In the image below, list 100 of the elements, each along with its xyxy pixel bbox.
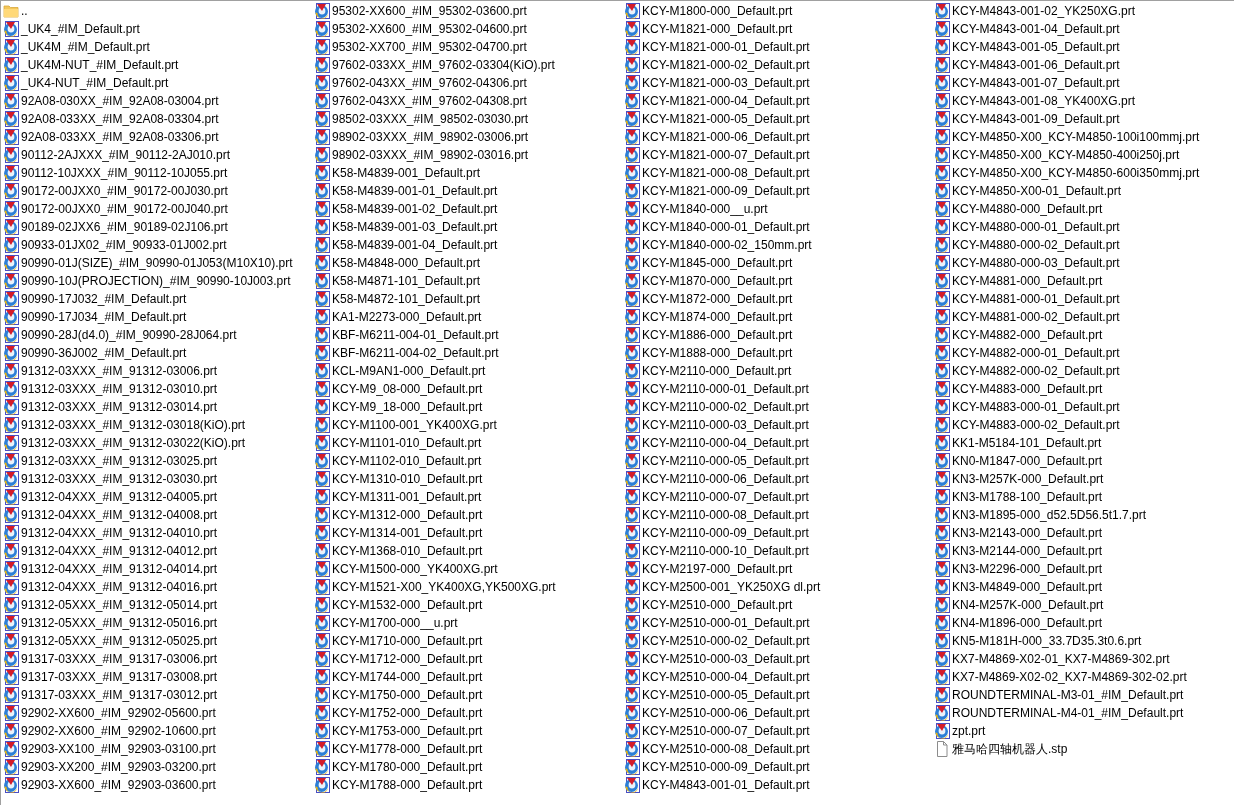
file-item[interactable]: KX7-M4869-X02-01_KX7-M4869-302.prt	[932, 650, 1234, 668]
file-item[interactable]: KCY-M1102-010_Default.prt	[312, 452, 622, 470]
file-item[interactable]: KCY-M1874-000_Default.prt	[622, 308, 932, 326]
file-item[interactable]: KCY-M1700-000__u.prt	[312, 614, 622, 632]
file-item[interactable]: KN3-M1788-100_Default.prt	[932, 488, 1234, 506]
file-item[interactable]: KCY-M4882-000-02_Default.prt	[932, 362, 1234, 380]
file-item[interactable]: KCY-M9_18-000_Default.prt	[312, 398, 622, 416]
file-item[interactable]: KCY-M2510-000-03_Default.prt	[622, 650, 932, 668]
file-item[interactable]: KN4-M257K-000_Default.prt	[932, 596, 1234, 614]
file-item[interactable]: KCY-M1870-000_Default.prt	[622, 272, 932, 290]
file-item[interactable]: KCY-M1314-001_Default.prt	[312, 524, 622, 542]
file-item[interactable]: 90189-02JXX6_#IM_90189-02J106.prt	[1, 218, 312, 236]
file-item[interactable]: KCY-M1710-000_Default.prt	[312, 632, 622, 650]
file-item[interactable]: KCY-M1821-000-09_Default.prt	[622, 182, 932, 200]
file-item[interactable]: K58-M4848-000_Default.prt	[312, 254, 622, 272]
file-item[interactable]: KCY-M4843-001-02_YK250XG.prt	[932, 2, 1234, 20]
file-item[interactable]: KCY-M4880-000-03_Default.prt	[932, 254, 1234, 272]
file-item[interactable]: 95302-XX600_#IM_95302-03600.prt	[312, 2, 622, 20]
file-item[interactable]: KCY-M1753-000_Default.prt	[312, 722, 622, 740]
file-item[interactable]: KBF-M6211-004-02_Default.prt	[312, 344, 622, 362]
file-item[interactable]: KCY-M4843-001-09_Default.prt	[932, 110, 1234, 128]
file-item[interactable]: 91317-03XXX_#IM_91317-03008.prt	[1, 668, 312, 686]
file-item[interactable]: KCY-M1800-000_Default.prt	[622, 2, 932, 20]
file-item[interactable]: KCY-M2510-000-02_Default.prt	[622, 632, 932, 650]
file-item[interactable]: KCY-M1888-000_Default.prt	[622, 344, 932, 362]
file-item[interactable]: KCY-M2110-000-03_Default.prt	[622, 416, 932, 434]
file-item[interactable]: KCY-M4883-000-01_Default.prt	[932, 398, 1234, 416]
file-item[interactable]: 91312-03XXX_#IM_91312-03014.prt	[1, 398, 312, 416]
file-item[interactable]: KCY-M1750-000_Default.prt	[312, 686, 622, 704]
file-item[interactable]: KCY-M1872-000_Default.prt	[622, 290, 932, 308]
file-item[interactable]: KBF-M6211-004-01_Default.prt	[312, 326, 622, 344]
file-item[interactable]: 91317-03XXX_#IM_91317-03006.prt	[1, 650, 312, 668]
file-item[interactable]: ..	[1, 2, 312, 20]
file-item[interactable]: K58-M4839-001-01_Default.prt	[312, 182, 622, 200]
file-item[interactable]: K58-M4872-101_Default.prt	[312, 290, 622, 308]
file-item[interactable]: KCY-M1780-000_Default.prt	[312, 758, 622, 776]
file-item[interactable]: KCY-M2110-000-07_Default.prt	[622, 488, 932, 506]
file-item[interactable]: KCY-M1821-000-05_Default.prt	[622, 110, 932, 128]
file-item[interactable]: KCY-M1821-000_Default.prt	[622, 20, 932, 38]
file-item[interactable]: KCY-M2500-001_YK250XG dl.prt	[622, 578, 932, 596]
file-item[interactable]: KCY-M1521-X00_YK400XG,YK500XG.prt	[312, 578, 622, 596]
file-item[interactable]: KN3-M2143-000_Default.prt	[932, 524, 1234, 542]
file-item[interactable]: KCY-M4850-X00_KCY-M4850-400i250j.prt	[932, 146, 1234, 164]
file-item[interactable]: 92A08-033XX_#IM_92A08-03306.prt	[1, 128, 312, 146]
file-item[interactable]: K58-M4839-001_Default.prt	[312, 164, 622, 182]
file-item[interactable]: 95302-XX600_#IM_95302-04600.prt	[312, 20, 622, 38]
file-item[interactable]: KCY-M1312-000_Default.prt	[312, 506, 622, 524]
file-item[interactable]: KCY-M1840-000-01_Default.prt	[622, 218, 932, 236]
file-item[interactable]: KCY-M2510-000-06_Default.prt	[622, 704, 932, 722]
file-item[interactable]: KCY-M4843-001-04_Default.prt	[932, 20, 1234, 38]
file-item[interactable]: K58-M4839-001-02_Default.prt	[312, 200, 622, 218]
file-item[interactable]: KCY-M2510-000-07_Default.prt	[622, 722, 932, 740]
file-item[interactable]: KCY-M1821-000-08_Default.prt	[622, 164, 932, 182]
file-item[interactable]: 95302-XX700_#IM_95302-04700.prt	[312, 38, 622, 56]
file-item[interactable]: 91312-05XXX_#IM_91312-05016.prt	[1, 614, 312, 632]
file-item[interactable]: KCY-M4882-000_Default.prt	[932, 326, 1234, 344]
file-item[interactable]: 97602-033XX_#IM_97602-03304(KiO).prt	[312, 56, 622, 74]
file-item[interactable]: KA1-M2273-000_Default.prt	[312, 308, 622, 326]
file-item[interactable]: 91312-05XXX_#IM_91312-05014.prt	[1, 596, 312, 614]
file-item[interactable]: KCY-M1788-000_Default.prt	[312, 776, 622, 794]
file-item[interactable]: 91312-03XXX_#IM_91312-03018(KiO).prt	[1, 416, 312, 434]
file-item[interactable]: KCY-M2510-000-01_Default.prt	[622, 614, 932, 632]
file-item[interactable]: KCY-M2510-000-05_Default.prt	[622, 686, 932, 704]
file-item[interactable]: _UK4-NUT_#IM_Default.prt	[1, 74, 312, 92]
file-item[interactable]: KCY-M2110-000_Default.prt	[622, 362, 932, 380]
file-item[interactable]: KCY-M1368-010_Default.prt	[312, 542, 622, 560]
file-item[interactable]: KCY-M2510-000_Default.prt	[622, 596, 932, 614]
file-item[interactable]: 92A08-030XX_#IM_92A08-03004.prt	[1, 92, 312, 110]
file-item[interactable]: KCY-M4850-X00_KCY-M4850-600i350mmj.prt	[932, 164, 1234, 182]
file-item[interactable]: KCY-M1712-000_Default.prt	[312, 650, 622, 668]
file-item[interactable]: KCY-M4883-000_Default.prt	[932, 380, 1234, 398]
file-item[interactable]: KCY-M4882-000-01_Default.prt	[932, 344, 1234, 362]
file-item[interactable]: KCY-M2110-000-10_Default.prt	[622, 542, 932, 560]
file-item[interactable]: KN3-M2296-000_Default.prt	[932, 560, 1234, 578]
file-item[interactable]: 91312-04XXX_#IM_91312-04005.prt	[1, 488, 312, 506]
file-item[interactable]: KN0-M1847-000_Default.prt	[932, 452, 1234, 470]
file-item[interactable]: KCY-M4843-001-05_Default.prt	[932, 38, 1234, 56]
file-item[interactable]: KCY-M1744-000_Default.prt	[312, 668, 622, 686]
file-item[interactable]: K58-M4839-001-04_Default.prt	[312, 236, 622, 254]
file-item[interactable]: KCY-M4880-000-02_Default.prt	[932, 236, 1234, 254]
file-item[interactable]: 98902-03XXX_#IM_98902-03006.prt	[312, 128, 622, 146]
file-item[interactable]: KCY-M2110-000-01_Default.prt	[622, 380, 932, 398]
file-item[interactable]: ROUNDTERMINAL-M4-01_#IM_Default.prt	[932, 704, 1234, 722]
file-item[interactable]: 92903-XX200_#IM_92903-03200.prt	[1, 758, 312, 776]
file-item[interactable]: KCY-M1532-000_Default.prt	[312, 596, 622, 614]
file-item[interactable]: KCY-M4881-000-02_Default.prt	[932, 308, 1234, 326]
file-item[interactable]: KCY-M2110-000-04_Default.prt	[622, 434, 932, 452]
file-item[interactable]: KCY-M1778-000_Default.prt	[312, 740, 622, 758]
file-item[interactable]: 91312-05XXX_#IM_91312-05025.prt	[1, 632, 312, 650]
file-item[interactable]: 91312-03XXX_#IM_91312-03006.prt	[1, 362, 312, 380]
file-item[interactable]: KN3-M1895-000_d52.5D56.5t1.7.prt	[932, 506, 1234, 524]
file-item[interactable]: KCY-M4843-001-07_Default.prt	[932, 74, 1234, 92]
file-item[interactable]: 90990-17J034_#IM_Default.prt	[1, 308, 312, 326]
file-item[interactable]: 90112-10JXXX_#IM_90112-10J055.prt	[1, 164, 312, 182]
file-item[interactable]: 91312-03XXX_#IM_91312-03010.prt	[1, 380, 312, 398]
file-item[interactable]: KCY-M1840-000__u.prt	[622, 200, 932, 218]
file-item[interactable]: 92902-XX600_#IM_92902-05600.prt	[1, 704, 312, 722]
file-item[interactable]: 90933-01JX02_#IM_90933-01J002.prt	[1, 236, 312, 254]
file-item[interactable]: KCY-M1821-000-03_Default.prt	[622, 74, 932, 92]
file-item[interactable]: _UK4M-NUT_#IM_Default.prt	[1, 56, 312, 74]
